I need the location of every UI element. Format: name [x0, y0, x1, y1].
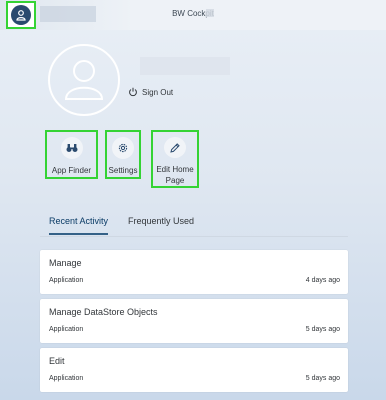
item-title: Manage [49, 258, 82, 268]
app-finder-label: App Finder [51, 166, 92, 175]
profile-avatar [48, 44, 120, 116]
item-type: Application [49, 277, 84, 284]
binoculars-icon [60, 137, 83, 159]
item-time: 5 days ago [305, 326, 340, 333]
tab-recent-activity[interactable]: Recent Activity [49, 216, 109, 235]
item-type: Application [49, 326, 84, 333]
power-icon [129, 87, 137, 97]
sign-out-label: Sign Out [142, 87, 174, 97]
tab-frequently-used[interactable]: Frequently Used [128, 216, 194, 235]
gear-icon [112, 137, 134, 159]
blurred-region [206, 9, 214, 17]
item-type: Application [49, 375, 84, 382]
shell-header: BW Cockpit [0, 0, 386, 30]
list-item[interactable]: Manage DataStore Objects Application 5 d… [40, 299, 348, 343]
list-item[interactable]: Edit Application 5 days ago [40, 348, 348, 392]
edit-home-page-label: Edit Home Page [156, 165, 194, 185]
edit-home-page-button[interactable]: Edit Home Page [151, 130, 199, 188]
list-item[interactable]: Manage Application 4 days ago [40, 250, 348, 294]
activity-tabs: Recent Activity Frequently Used [49, 216, 194, 235]
user-placeholder-icon [64, 60, 104, 100]
item-title: Manage DataStore Objects [49, 307, 158, 317]
settings-button[interactable]: Settings [105, 130, 141, 179]
sign-out-button[interactable]: Sign Out [128, 87, 173, 97]
item-title: Edit [49, 356, 65, 366]
settings-label: Settings [108, 166, 138, 175]
tab-divider [40, 236, 348, 237]
user-name-blurred [140, 57, 230, 75]
item-time: 5 days ago [305, 375, 340, 382]
app-finder-button[interactable]: App Finder [45, 130, 98, 179]
pencil-icon [164, 137, 186, 158]
item-time: 4 days ago [305, 277, 340, 284]
shell-title: BW Cockpit [172, 9, 214, 18]
